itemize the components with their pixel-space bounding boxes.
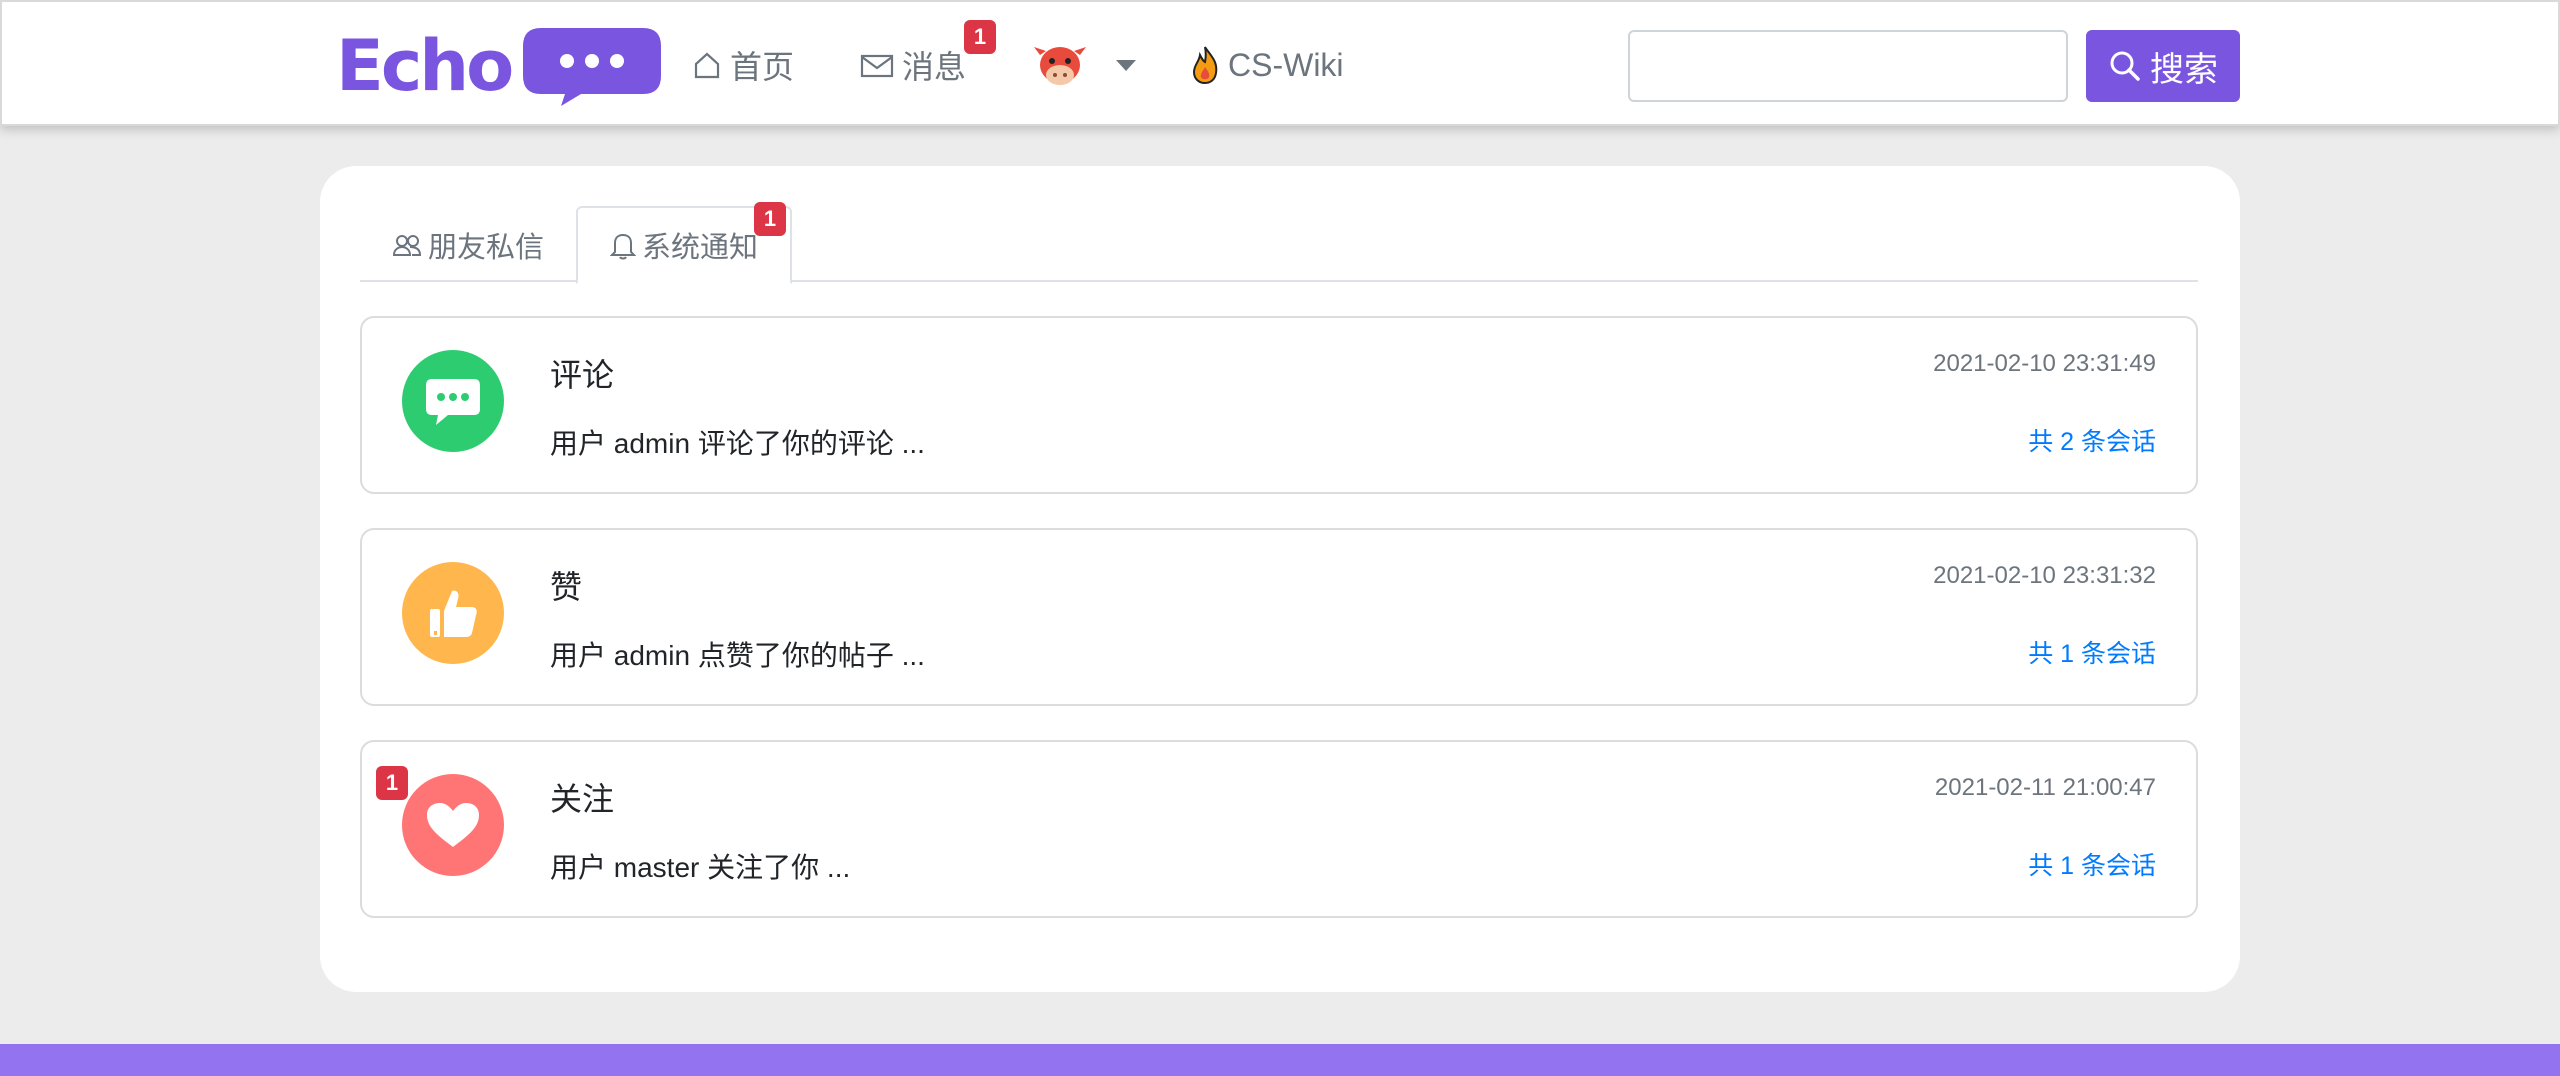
notice-description: 用户 admin 评论了你的评论 ...: [550, 428, 925, 459]
notices-panel: 朋友私信 系统通知 1 评论 2021-02-10 23:31:49 用户 ad…: [320, 166, 2240, 992]
notice-title: 评论: [550, 357, 615, 393]
notice-description: 用户 admin 点赞了你的帖子 ...: [550, 640, 925, 671]
nav-home-label: 首页: [730, 49, 795, 85]
system-notices-badge: 1: [754, 202, 786, 236]
nav-messages-link[interactable]: 消息: [860, 38, 966, 92]
heart-icon: [427, 803, 479, 847]
conversation-count-link[interactable]: 共 1 条会话: [2028, 846, 2156, 882]
people-icon: [392, 235, 422, 256]
thumbs-up-icon: [430, 590, 477, 637]
notice-icon-wrap: [402, 562, 504, 664]
conversation-count-link[interactable]: 共 1 条会话: [2028, 634, 2156, 670]
fire-icon: [1192, 46, 1218, 85]
footer-bar: [0, 1044, 2560, 1076]
notice-time: 2021-02-10 23:31:49: [1933, 350, 2156, 377]
search-input[interactable]: [1628, 30, 2068, 102]
tab-friend-messages[interactable]: 朋友私信: [360, 206, 576, 284]
search-icon: [2110, 51, 2140, 81]
notice-card-like[interactable]: 赞 2021-02-10 23:31:32 用户 admin 点赞了你的帖子 .…: [360, 528, 2198, 706]
notice-icon-wrap: [402, 350, 504, 452]
notice-card-comment[interactable]: 评论 2021-02-10 23:31:49 用户 admin 评论了你的评论 …: [360, 316, 2198, 494]
home-icon: [694, 52, 720, 79]
chevron-down-icon: [1116, 59, 1136, 71]
notice-time: 2021-02-10 23:31:32: [1933, 562, 2156, 589]
user-menu-dropdown[interactable]: [1032, 38, 1136, 92]
cow-avatar: [1034, 47, 1086, 85]
bell-icon: [610, 233, 636, 260]
notice-time: 2021-02-11 21:00:47: [1934, 774, 2156, 801]
comment-icon: [426, 379, 480, 425]
follow-unread-badge: 1: [376, 766, 408, 800]
nav-messages-label: 消息: [902, 49, 967, 85]
envelope-icon: [860, 54, 894, 78]
message-tabs: 朋友私信 系统通知: [360, 206, 2198, 284]
top-navbar: Echo 首页 消息 1 CS-Wiki 搜索: [0, 0, 2560, 126]
nav-home-link[interactable]: 首页: [692, 38, 794, 92]
search-button-label: 搜索: [2150, 50, 2218, 89]
messages-unread-badge: 1: [964, 20, 996, 54]
conversation-count-link[interactable]: 共 2 条会话: [2028, 422, 2156, 458]
logo-text: Echo: [336, 25, 514, 107]
notice-title: 赞: [550, 569, 583, 605]
tab-friend-messages-label: 朋友私信: [428, 232, 545, 264]
notice-title: 关注: [550, 781, 615, 817]
echo-logo[interactable]: Echo: [336, 24, 663, 108]
search-button[interactable]: 搜索: [2086, 30, 2240, 102]
nav-wiki-link[interactable]: CS-Wiki: [1190, 38, 1344, 92]
notice-description: 用户 master 关注了你 ...: [550, 852, 851, 883]
tab-system-notices-label: 系统通知: [642, 232, 759, 264]
nav-wiki-label: CS-Wiki: [1228, 46, 1344, 83]
notice-card-follow[interactable]: 1 关注 2021-02-11 21:00:47 用户 master 关注了你 …: [360, 740, 2198, 918]
notice-icon-wrap: [402, 774, 504, 876]
chat-bubble-logo-icon: [523, 28, 662, 106]
